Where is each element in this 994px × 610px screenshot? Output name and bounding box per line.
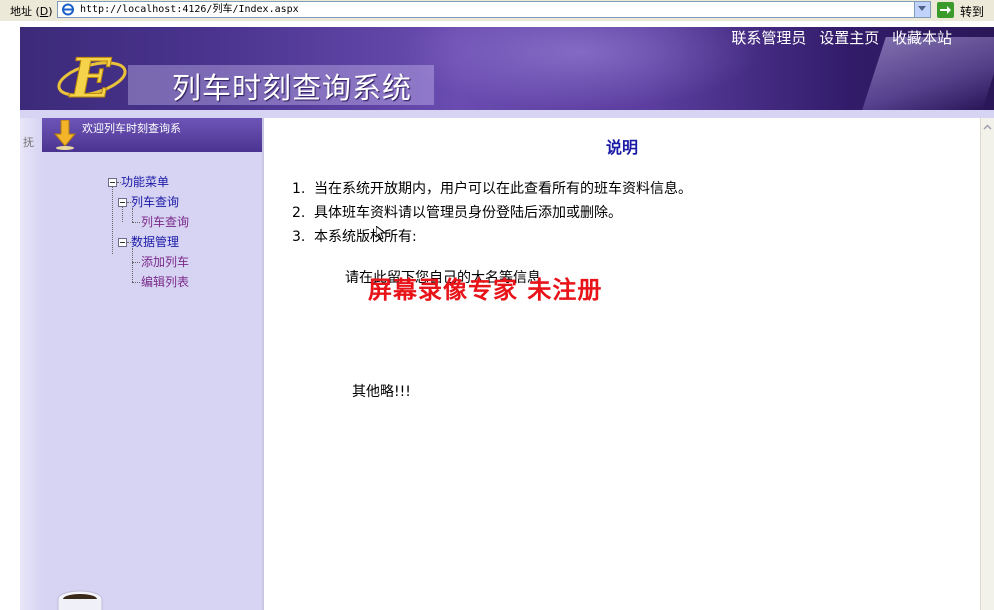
tree-connector (132, 262, 140, 263)
list-item: 1. 当在系统开放期内，用户可以在此查看所有的班车资料信息。 (292, 178, 692, 198)
bookmark-site-link[interactable]: 收藏本站 (892, 29, 952, 47)
list-item-text: 当在系统开放期内，用户可以在此查看所有的班车资料信息。 (314, 181, 692, 197)
coffee-cup-decoration (57, 590, 103, 610)
address-url: http://localhost:4126/列车/Index.aspx (80, 4, 299, 15)
list-number: 3. (292, 229, 306, 245)
others-note: 其他略!!! (352, 384, 411, 400)
sidebar: 抚 欢迎列车时刻查询系 功能菜单 列车查询 列车查询 数据管理 添加列车 编辑列… (20, 118, 262, 610)
go-button[interactable]: 转到 (936, 1, 992, 19)
top-links: 联系管理员 设置主页 收藏本站 (723, 27, 952, 48)
mouse-cursor-icon (376, 226, 386, 240)
list-item-text: 具体班车资料请以管理员身份登陆后添加或删除。 (314, 205, 622, 221)
address-input[interactable]: http://localhost:4126/列车/Index.aspx (57, 1, 931, 18)
go-arrow-icon (937, 2, 954, 18)
address-dropdown[interactable] (914, 2, 930, 17)
go-label: 转到 (960, 5, 985, 19)
list-item: 2. 具体班车资料请以管理员身份登陆后添加或删除。 (292, 202, 622, 222)
menu-item-add-train[interactable]: 添加列车 (141, 254, 189, 270)
collapse-icon[interactable] (118, 238, 127, 247)
down-arrow-icon (54, 120, 76, 150)
tree-connector (112, 186, 113, 254)
menu-item-train-query[interactable]: 列车查询 (141, 214, 189, 230)
logo-e-icon: E (57, 47, 127, 107)
address-hotkey: D (39, 5, 49, 18)
address-label-text: 地址 (10, 5, 32, 18)
info-title: 说明 (606, 138, 639, 157)
frame-left-margin (0, 21, 21, 610)
menu-group-data-management[interactable]: 数据管理 (131, 234, 179, 250)
menu-group-train-query[interactable]: 列车查询 (131, 194, 179, 210)
menu-area: 功能菜单 列车查询 列车查询 数据管理 添加列车 编辑列表 (42, 152, 262, 610)
contact-admin-link[interactable]: 联系管理员 (731, 29, 806, 47)
menu-item-edit-list[interactable]: 编辑列表 (141, 274, 189, 290)
ie-page-icon (61, 3, 75, 16)
banner-under-strip (20, 110, 994, 118)
sidebar-edge-char: 抚 (23, 136, 34, 149)
tree-connector (132, 248, 133, 282)
logo-letter: E (68, 47, 112, 107)
address-bar: 地址 (D) http://localhost:4126/列车/Index.as… (0, 0, 994, 22)
set-homepage-link[interactable]: 设置主页 (819, 29, 879, 47)
list-item-text: 本系统版权所有: (314, 229, 417, 245)
scroll-up-arrow-icon[interactable] (982, 122, 993, 133)
banner-shine (400, 27, 760, 110)
tree-connector (132, 222, 140, 223)
page-title: 列车时刻查询系统 (172, 71, 413, 105)
list-number: 1. (292, 181, 306, 197)
main-content: 说明 1. 当在系统开放期内，用户可以在此查看所有的班车资料信息。 2. 具体班车资… (262, 118, 982, 610)
tree-connector (132, 208, 133, 222)
chevron-down-icon (918, 6, 926, 11)
tree-connector (122, 206, 123, 222)
sidebar-edge: 抚 (20, 118, 42, 610)
welcome-text: 欢迎列车时刻查询系 (82, 122, 181, 135)
tree-connector (132, 282, 140, 283)
welcome-bar: 欢迎列车时刻查询系 (42, 118, 262, 152)
menu-root[interactable]: 功能菜单 (121, 174, 169, 190)
header-banner: E 列车时刻查询系统 联系管理员 设置主页 收藏本站 (20, 27, 994, 110)
list-number: 2. (292, 205, 306, 221)
vertical-scrollbar[interactable] (980, 118, 994, 610)
list-item: 3. 本系统版权所有: (292, 226, 417, 246)
recorder-watermark: 屏幕录像专家 未注册 (368, 275, 603, 304)
address-label: 地址 (D) (10, 5, 53, 18)
